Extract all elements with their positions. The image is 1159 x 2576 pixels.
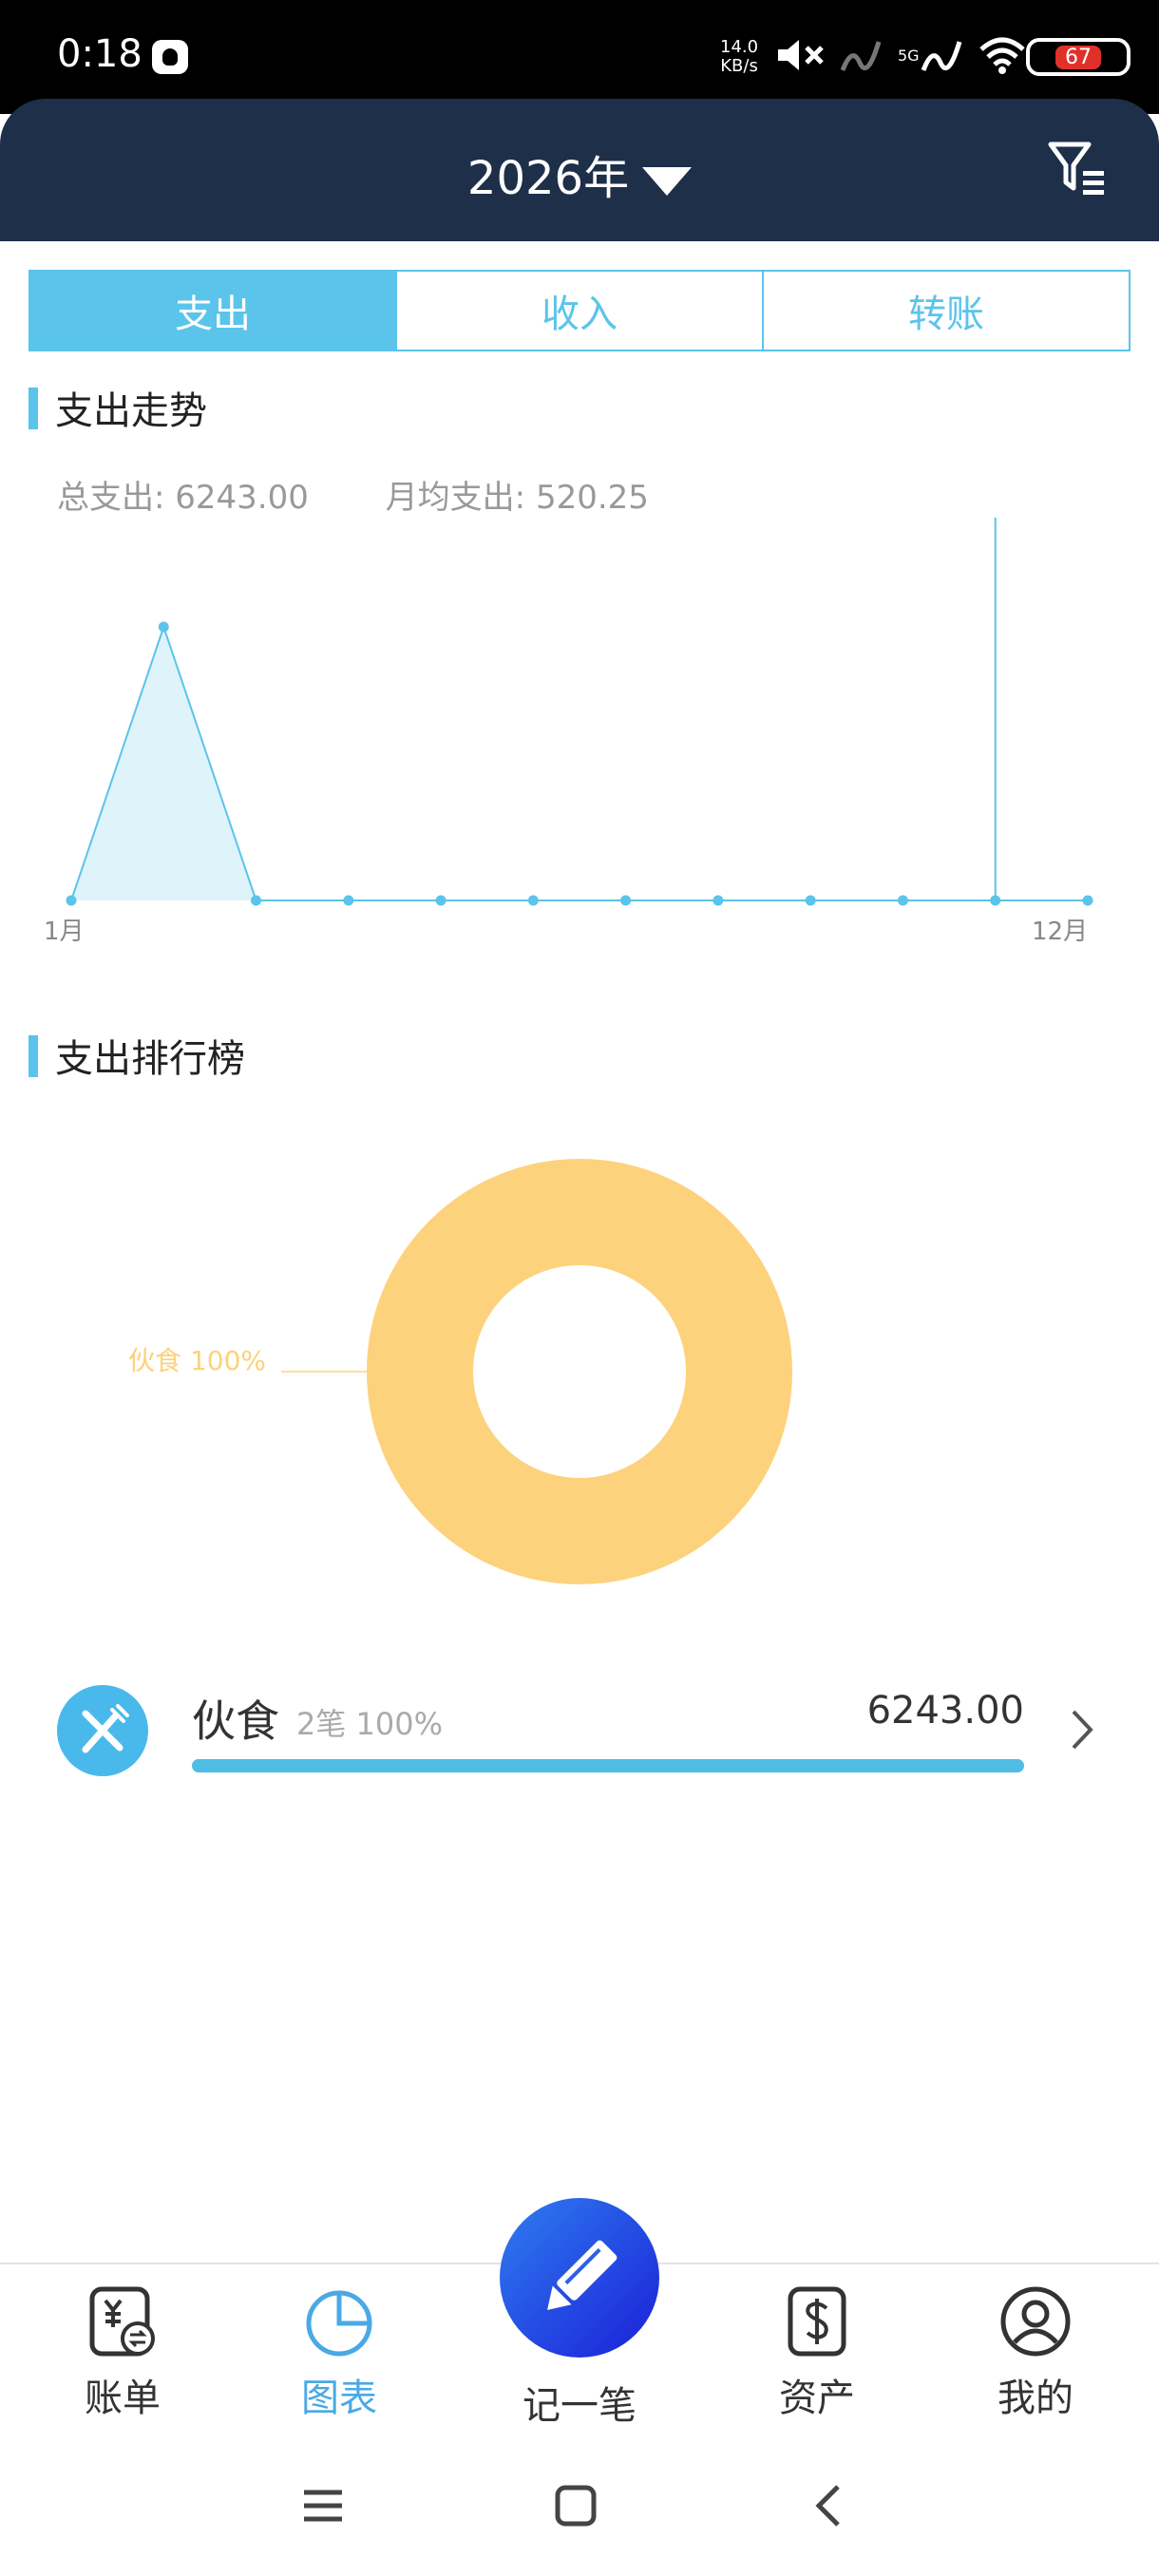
trend-chart[interactable] — [0, 494, 1159, 912]
net-speed-value: 14.0 — [720, 37, 759, 57]
status-icons: 5G — [774, 34, 1026, 76]
ranking-item-amount: 6243.00 — [866, 1689, 1024, 1733]
nav-item-bills[interactable]: 账单 — [47, 2283, 199, 2422]
ranking-title: 支出排行榜 — [28, 1028, 245, 1083]
x-tick-first: 1月 — [44, 918, 85, 946]
utensils-icon — [57, 1685, 148, 1776]
nav-item-assets[interactable]: 资产 — [741, 2283, 893, 2422]
filter-icon[interactable] — [1045, 137, 1108, 199]
trend-point-12[interactable] — [1082, 895, 1093, 906]
type-tabs: 支出 收入 转账 — [28, 270, 1130, 351]
nav-item-profile[interactable]: 我的 — [960, 2283, 1112, 2422]
ranking-item-bar — [192, 1759, 1024, 1772]
mute-icon — [778, 40, 824, 70]
trend-point-4[interactable] — [343, 895, 354, 906]
ranking-item-name: 伙食 — [192, 1695, 279, 1747]
system-nav-bar — [0, 2460, 1159, 2576]
x-tick-last: 12月 — [1032, 918, 1089, 946]
chevron-right-icon — [1072, 1710, 1093, 1750]
assets-icon — [788, 2286, 846, 2357]
trend-area — [71, 627, 1088, 900]
caret-down-icon — [642, 167, 693, 196]
nav-label-assets: 资产 — [779, 2377, 855, 2420]
trend-point-6[interactable] — [527, 895, 539, 906]
home-icon[interactable] — [553, 2483, 598, 2529]
status-time: 0:18 — [57, 32, 142, 76]
network-type: 5G — [898, 46, 920, 65]
bill-icon — [89, 2286, 155, 2357]
chart-icon — [306, 2290, 372, 2357]
tab-income[interactable]: 收入 — [397, 272, 764, 350]
ranking-donut-chart[interactable]: 伙食 100% — [0, 1111, 1159, 1643]
tab-expense[interactable]: 支出 — [30, 272, 397, 350]
profile-icon — [1000, 2286, 1071, 2357]
battery-level: 67 — [1055, 45, 1101, 69]
nav-label-profile: 我的 — [998, 2377, 1074, 2420]
slice-label: 伙食 100% — [128, 1345, 266, 1376]
year-selector[interactable]: 2026年 — [0, 141, 1159, 207]
trend-point-3[interactable] — [251, 895, 262, 906]
trend-title: 支出走势 — [28, 380, 207, 435]
year-label: 2026年 — [466, 152, 630, 205]
back-icon[interactable] — [808, 2483, 853, 2529]
menu-icon[interactable] — [300, 2483, 346, 2529]
trend-point-11[interactable] — [990, 895, 1001, 906]
trend-point-10[interactable] — [897, 895, 908, 906]
signal-1-icon — [841, 41, 882, 71]
add-record-button[interactable] — [500, 2198, 659, 2358]
net-speed: 14.0 KB/s — [720, 38, 758, 76]
trend-point-9[interactable] — [805, 895, 816, 906]
qq-notification-icon — [152, 40, 188, 74]
ranking-item-meta: 2笔 100% — [296, 1706, 444, 1742]
trend-point-7[interactable] — [620, 895, 632, 906]
pencil-icon — [547, 2240, 618, 2310]
trend-point-2[interactable] — [158, 621, 169, 633]
ranking-item-food[interactable]: 伙食 2笔 100% 6243.00 — [0, 1672, 1159, 1786]
tab-transfer[interactable]: 转账 — [764, 272, 1129, 350]
battery-icon: 67 — [1026, 38, 1130, 76]
donut-slice-food[interactable] — [367, 1159, 792, 1584]
trend-point-8[interactable] — [712, 895, 724, 906]
wifi-icon — [978, 37, 1025, 74]
status-bar: 0:18 14.0 KB/s 5G 67 — [0, 0, 1159, 114]
nav-label-bills: 账单 — [85, 2377, 161, 2420]
nav-label-add: 记一笔 — [522, 2384, 636, 2428]
nav-item-chart[interactable]: 图表 — [263, 2283, 415, 2422]
trend-point-1[interactable] — [66, 895, 77, 906]
trend-point-5[interactable] — [435, 895, 446, 906]
signal-2-icon — [921, 41, 961, 71]
nav-label-chart: 图表 — [301, 2377, 377, 2420]
net-speed-unit: KB/s — [720, 56, 758, 76]
ranking-item-bar-fill — [192, 1759, 1024, 1772]
header: 2026年 — [0, 99, 1159, 241]
